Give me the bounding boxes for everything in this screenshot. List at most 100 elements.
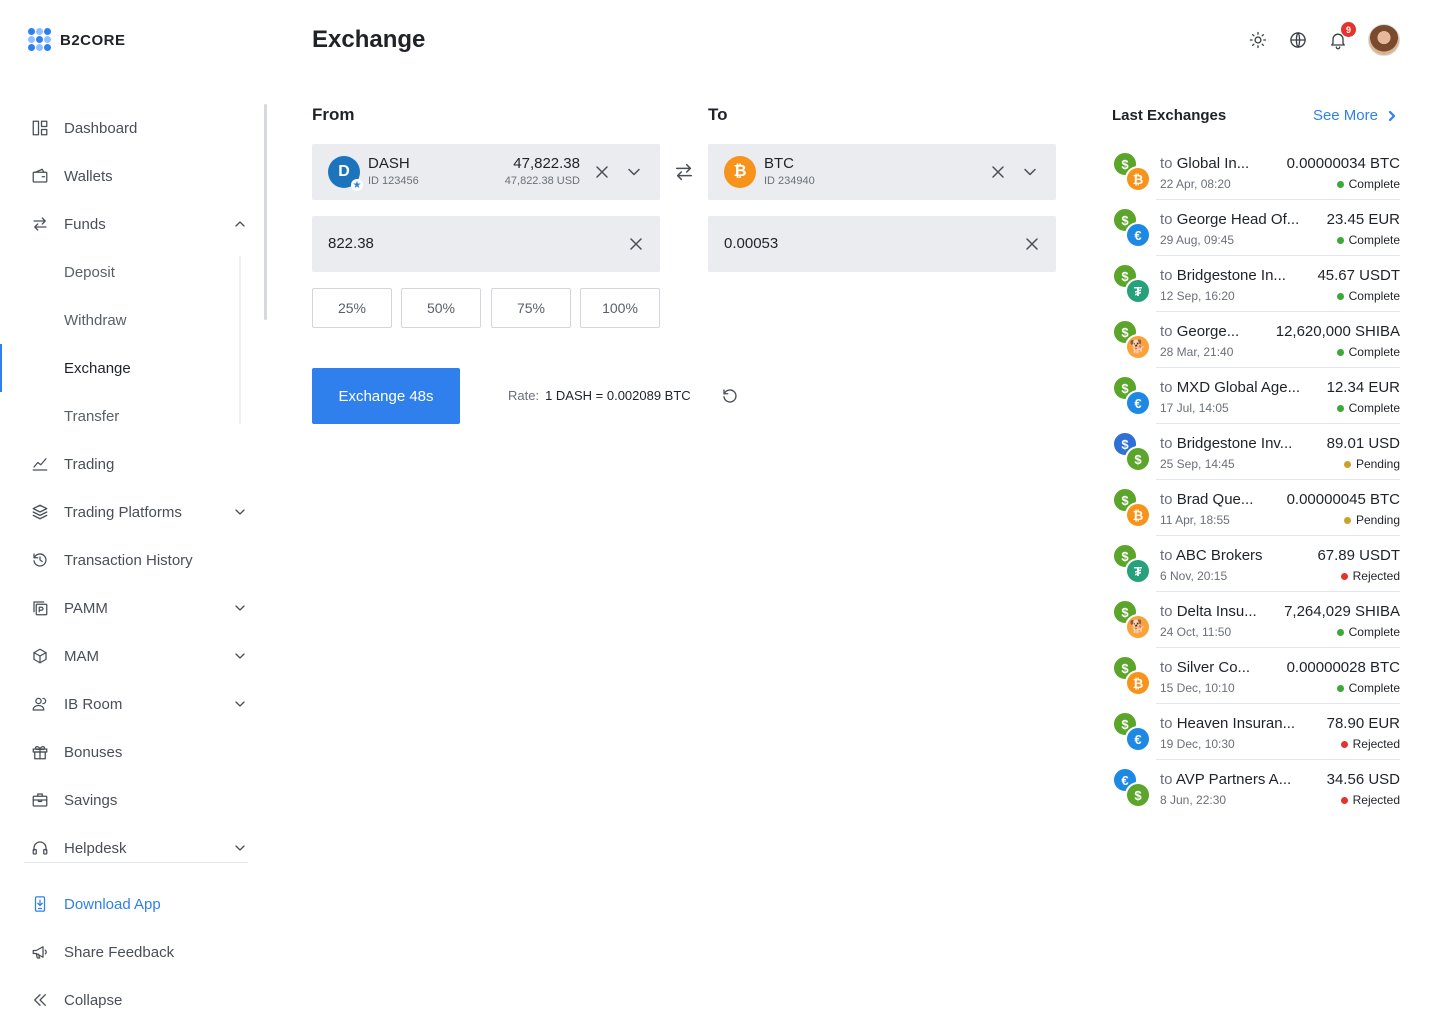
exchange-list-item[interactable]: $ ₿ to Silver Co... 15 Dec, 10:10 0.00000028… xyxy=(1112,648,1400,704)
to-amount-input[interactable]: 0.00053 xyxy=(708,216,1056,272)
clear-from-icon[interactable] xyxy=(592,162,612,182)
exchange-amount: 45.67 USDT xyxy=(1317,267,1400,284)
exchange-list-item[interactable]: $ 🐕 to George... 28 Mar, 21:40 12,620,000 SH… xyxy=(1112,312,1400,368)
refresh-rate-icon[interactable] xyxy=(721,387,739,405)
percent-75-button[interactable]: 75% xyxy=(491,288,571,328)
clear-from-amount-icon[interactable] xyxy=(626,234,646,254)
sidebar-item-funds[interactable]: Funds xyxy=(0,200,248,248)
sidebar-item-label: Exchange xyxy=(64,359,131,377)
chevron-down-icon[interactable] xyxy=(232,696,248,712)
sidebar-item-dashboard[interactable]: Dashboard xyxy=(0,104,248,152)
recipient-prefix: to xyxy=(1160,323,1173,340)
sidebar-item-bonuses[interactable]: Bonuses xyxy=(0,728,248,776)
sidebar-item-label: Collapse xyxy=(64,991,123,1009)
avatar[interactable] xyxy=(1368,24,1400,56)
chevron-down-icon[interactable] xyxy=(232,504,248,520)
from-account-select[interactable]: D ★ DASH ID 123456 47,822.38 47,822.38 U… xyxy=(312,144,660,200)
exchange-recipient: to George Head Of... xyxy=(1160,211,1299,228)
favorite-star-icon: ★ xyxy=(351,179,363,191)
recipient-prefix: to xyxy=(1160,379,1173,396)
sidebar-item-label: PAMM xyxy=(64,599,108,617)
chevron-up-icon[interactable] xyxy=(232,216,248,232)
sidebar-item-trading-platforms[interactable]: Trading Platforms xyxy=(0,488,248,536)
from-amount-input[interactable]: 822.38 xyxy=(312,216,660,272)
exchange-list-item[interactable]: $ ₿ to Brad Que... 11 Apr, 18:55 0.00000045 … xyxy=(1112,480,1400,536)
exchange-list-item[interactable]: $ € to George Head Of... 29 Aug, 09:45 23.45… xyxy=(1112,200,1400,256)
from-balance-usd: 47,822.38 USD xyxy=(504,175,580,187)
recipient-name: Bridgestone Inv... xyxy=(1176,435,1293,452)
sidebar-divider xyxy=(24,862,248,863)
exchange-list-item[interactable]: $ ₿ to Global In... 22 Apr, 08:20 0.00000034… xyxy=(1112,144,1400,200)
bell-icon[interactable]: 9 xyxy=(1328,22,1356,50)
exchange-list-item[interactable]: $ € to Heaven Insuran... 19 Dec, 10:30 78.90… xyxy=(1112,704,1400,760)
sidebar-item-pamm[interactable]: PAMM xyxy=(0,584,248,632)
exchange-list-item[interactable]: $ € to MXD Global Age... 17 Jul, 14:05 12.34… xyxy=(1112,368,1400,424)
exchange-recipient: to Global In... xyxy=(1160,155,1249,172)
swap-icon[interactable] xyxy=(673,162,695,182)
chevron-down-icon[interactable] xyxy=(232,600,248,616)
sidebar-item-label: Wallets xyxy=(64,167,113,185)
transfer-arrows-icon xyxy=(31,215,49,233)
from-amount-value[interactable]: 822.38 xyxy=(328,235,374,252)
chevron-down-icon[interactable] xyxy=(624,162,644,182)
exchange-recipient: to Bridgestone In... xyxy=(1160,267,1286,284)
sidebar-item-withdraw[interactable]: Withdraw xyxy=(0,296,248,344)
status-label: Complete xyxy=(1348,233,1400,247)
page-title: Exchange xyxy=(312,26,426,53)
status-label: Rejected xyxy=(1352,737,1400,751)
sidebar-item-transaction-history[interactable]: Transaction History xyxy=(0,536,248,584)
clear-to-amount-icon[interactable] xyxy=(1022,234,1042,254)
sidebar-item-ib-room[interactable]: IB Room xyxy=(0,680,248,728)
globe-icon[interactable] xyxy=(1288,30,1308,50)
exchange-list-item[interactable]: $ ₮ to Bridgestone In... 12 Sep, 16:20 45.67… xyxy=(1112,256,1400,312)
clear-to-icon[interactable] xyxy=(988,162,1008,182)
sidebar-item-collapse[interactable]: Collapse xyxy=(0,976,248,1024)
to-account-select[interactable]: ₿ BTC ID 234940 xyxy=(708,144,1056,200)
exchange-list-item[interactable]: € $ to AVP Partners A... 8 Jun, 22:30 34.56 … xyxy=(1112,760,1400,816)
percent-50-button[interactable]: 50% xyxy=(401,288,481,328)
status-dot-icon xyxy=(1336,180,1344,188)
sidebar-item-wallets[interactable]: Wallets xyxy=(0,152,248,200)
exchange-date: 29 Aug, 09:45 xyxy=(1160,233,1235,247)
recipient-prefix: to xyxy=(1160,211,1173,228)
sidebar-item-download-app[interactable]: Download App xyxy=(0,880,248,928)
status-label: Pending xyxy=(1355,513,1400,527)
to-label: To xyxy=(708,105,728,124)
brand-logo[interactable]: B2CORE xyxy=(28,28,126,52)
sidebar-item-trading[interactable]: Trading xyxy=(0,440,248,488)
exchange-recipient: to MXD Global Age... xyxy=(1160,379,1300,396)
sidebar-scrollbar[interactable] xyxy=(264,104,267,320)
usd-coin-icon: $ xyxy=(1125,446,1151,472)
mobile-download-icon xyxy=(31,895,49,913)
chevron-down-icon[interactable] xyxy=(232,840,248,856)
sidebar-item-deposit[interactable]: Deposit xyxy=(0,248,248,296)
exchange-amount: 12,620,000 SHIBA xyxy=(1275,323,1400,340)
sidebar-item-label: Savings xyxy=(64,791,118,809)
sidebar-item-mam[interactable]: MAM xyxy=(0,632,248,680)
exchange-list-item[interactable]: $ $ to Bridgestone Inv... 25 Sep, 14:45 89.0… xyxy=(1112,424,1400,480)
to-amount-value[interactable]: 0.00053 xyxy=(724,235,778,252)
exchange-list-item[interactable]: $ 🐕 to Delta Insu... 24 Oct, 11:50 7,264,029… xyxy=(1112,592,1400,648)
sidebar-item-exchange[interactable]: Exchange xyxy=(0,344,248,392)
percent-100-button[interactable]: 100% xyxy=(580,288,660,328)
eur-coin-icon: € xyxy=(1125,390,1151,416)
sidebar-item-helpdesk[interactable]: Helpdesk xyxy=(0,824,248,872)
see-more-link[interactable]: See More xyxy=(1313,107,1398,124)
recipient-prefix: to xyxy=(1160,155,1173,172)
exchange-button[interactable]: Exchange 48s xyxy=(312,368,460,424)
sidebar-item-transfer[interactable]: Transfer xyxy=(0,392,248,440)
eur-coin-icon: € xyxy=(1125,726,1151,752)
exchange-list-item[interactable]: $ ₮ to ABC Brokers 6 Nov, 20:15 67.89 USDT Re… xyxy=(1112,536,1400,592)
sidebar-item-savings[interactable]: Savings xyxy=(0,776,248,824)
exchange-amount: 89.01 USD xyxy=(1326,435,1400,452)
recipient-prefix: to xyxy=(1160,491,1173,508)
percent-25-button[interactable]: 25% xyxy=(312,288,392,328)
sun-icon[interactable] xyxy=(1248,30,1268,50)
recipient-prefix: to xyxy=(1160,659,1173,676)
sidebar-item-share-feedback[interactable]: Share Feedback xyxy=(0,928,248,976)
chevron-down-icon[interactable] xyxy=(232,648,248,664)
usd-coin-icon: $ xyxy=(1125,782,1151,808)
layers-icon xyxy=(31,503,49,521)
chevron-down-icon[interactable] xyxy=(1020,162,1040,182)
from-account-id: ID 123456 xyxy=(368,175,419,187)
